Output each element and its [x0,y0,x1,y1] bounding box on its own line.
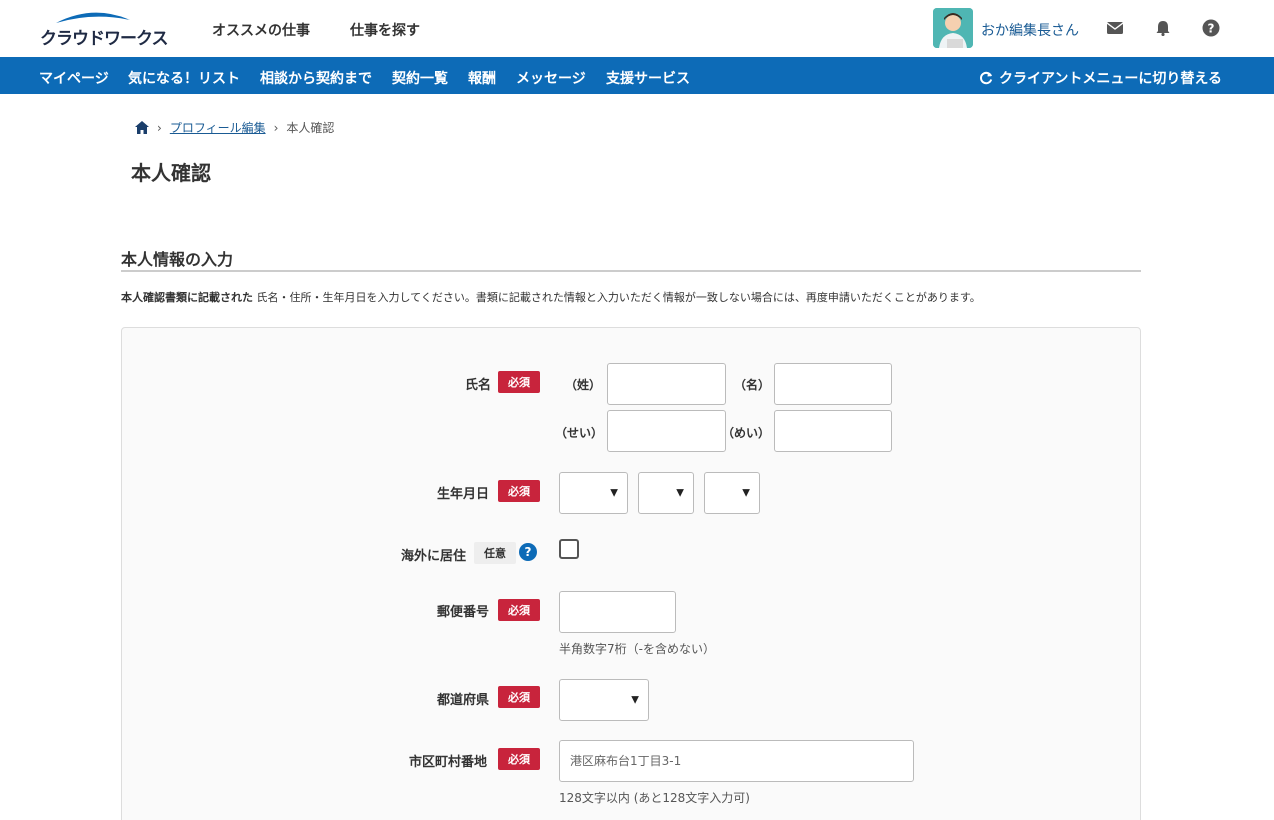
nav-contracts[interactable]: 契約一覧 [392,68,448,88]
nav-messages[interactable]: メッセージ [516,68,586,88]
refresh-icon [979,71,993,85]
chevron-down-icon: ▼ [610,487,618,499]
intro-bold: 本人確認書類に記載された [121,291,253,304]
address-hint: 128文字以内 (あと128文字入力可) [559,791,750,805]
postal-code-label: 郵便番号 [437,605,490,620]
logo-arc-icon [56,12,130,23]
optional-badge: 任意 [474,542,516,564]
nav-payments[interactable]: 報酬 [468,68,496,88]
username-link[interactable]: おか編集長さん [981,20,1079,40]
breadcrumb-separator-icon: › [157,120,162,135]
required-badge: 必須 [498,371,540,393]
intro-text: 本人確認書類に記載された 氏名・住所・生年月日を入力してください。書類に記載され… [121,289,981,305]
chevron-down-icon: ▼ [742,487,750,499]
required-badge: 必須 [498,480,540,502]
section-divider [121,270,1141,272]
breadcrumb-separator-icon: › [273,120,279,135]
main-navigation: マイページ 気になる！リスト 相談から契約まで 契約一覧 報酬 メッセージ 支援… [0,57,1274,94]
mail-icon[interactable] [1105,18,1125,38]
birth-month-select[interactable]: ▼ [638,472,694,514]
page-title: 本人確認 [131,161,211,185]
nav-consult-to-contract[interactable]: 相談から契約まで [260,68,372,88]
avatar[interactable] [933,8,973,48]
identity-form-panel: 氏名 必須 （姓） （名） （せい） （めい） 生年月日 必須 ▼ ▼ ▼ 海外… [121,327,1141,820]
breadcrumb-link-profile-edit[interactable]: プロフィール編集 [170,119,266,136]
last-name-label: （姓） [565,378,602,392]
chevron-down-icon: ▼ [676,487,684,499]
address-label: 市区町村番地 [409,755,488,770]
nav-mypage[interactable]: マイページ [39,68,109,88]
required-badge: 必須 [498,599,540,621]
avatar-illustration-icon [933,8,973,48]
birthdate-label: 生年月日 [437,487,490,502]
switch-client-menu-label: クライアントメニューに切り替える [998,71,1222,87]
switch-client-menu-button[interactable]: クライアントメニューに切り替える [979,68,1222,88]
birth-day-select[interactable]: ▼ [704,472,760,514]
intro-rest: 氏名・住所・生年月日を入力してください。書類に記載された情報と入力いただく情報が… [253,291,981,304]
required-badge: 必須 [498,748,540,770]
breadcrumb-current: 本人確認 [286,121,335,135]
first-name-label: （名） [734,378,771,392]
nav-find-jobs[interactable]: 仕事を探す [350,20,420,40]
crowdworks-logo[interactable]: クラウドワークス [40,10,168,49]
overseas-residence-checkbox[interactable] [559,539,579,559]
first-name-kana-input[interactable] [774,410,892,452]
nav-support-services[interactable]: 支援サービス [606,68,690,88]
help-circle-icon[interactable]: ? [519,543,537,561]
home-icon[interactable] [135,121,149,134]
top-header: クラウドワークス オススメの仕事 仕事を探す おか編集長さん ? [0,0,1274,57]
bell-icon[interactable] [1153,18,1173,38]
prefecture-select[interactable]: ▼ [559,679,649,721]
postal-code-hint: 半角数字7桁（-を含めない） [559,642,715,656]
prefecture-label: 都道府県 [437,693,490,708]
logo-text: クラウドワークス [40,29,168,49]
first-name-kana-label: （めい） [722,426,771,440]
first-name-input[interactable] [774,363,892,405]
last-name-kana-input[interactable] [607,410,726,452]
help-icon[interactable]: ? [1201,18,1221,38]
section-title: 本人情報の入力 [121,250,234,269]
birth-year-select[interactable]: ▼ [559,472,628,514]
breadcrumb: › プロフィール編集 › 本人確認 [135,119,334,136]
last-name-kana-label: （せい） [555,426,604,440]
postal-code-input[interactable] [559,591,676,633]
nav-recommended-jobs[interactable]: オススメの仕事 [212,20,310,40]
chevron-down-icon: ▼ [631,694,639,706]
last-name-input[interactable] [607,363,726,405]
name-label: 氏名 [465,378,492,393]
required-badge: 必須 [498,686,540,708]
svg-text:?: ? [1208,22,1215,36]
address-input[interactable] [559,740,914,782]
nav-favorites-list[interactable]: 気になる！リスト [128,68,240,88]
overseas-residence-label: 海外に居住 [401,549,467,564]
